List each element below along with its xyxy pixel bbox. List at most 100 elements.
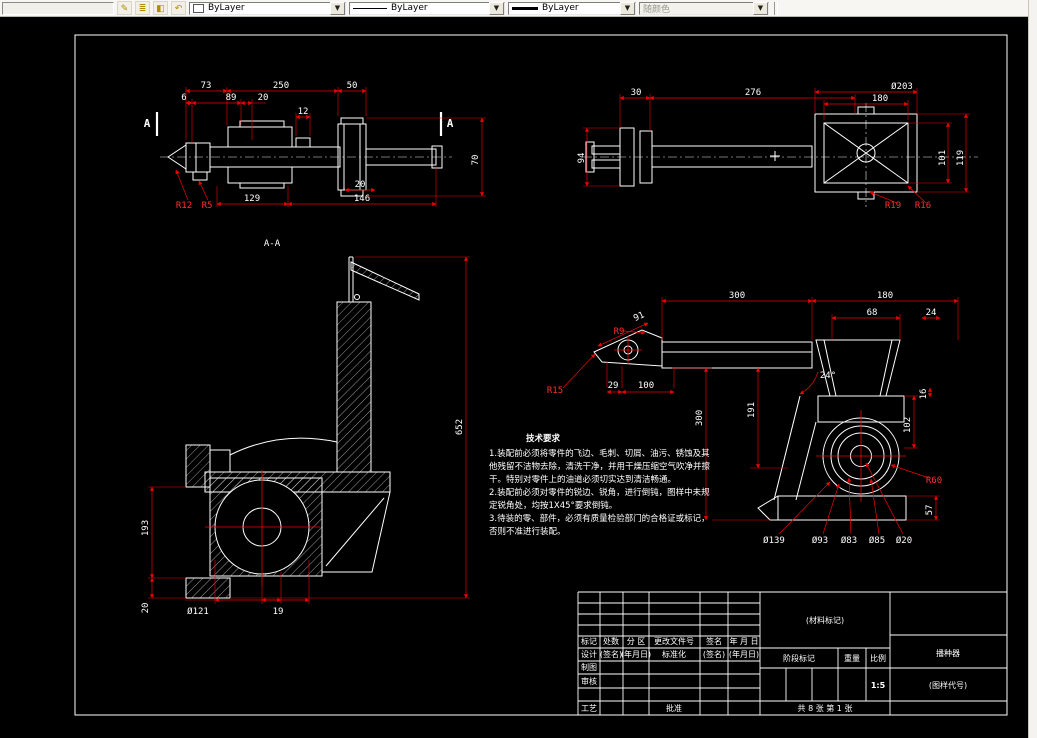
lineweight-sample-icon — [512, 6, 538, 10]
dim-r60: R60 — [926, 476, 942, 486]
tb-standardize-label: 标准化 — [662, 649, 686, 659]
dim-30: 30 — [631, 88, 642, 98]
layer-previous-icon: ↶ — [174, 3, 183, 13]
toolbar-separator — [774, 1, 778, 15]
tech-req-line: 3.待装的零、部件，必须有质量检验部门的合格证或标记， — [489, 513, 710, 524]
lineweight-control[interactable]: ByLayer ▼ — [508, 1, 636, 15]
dim-203: Ø203 — [891, 81, 913, 92]
dim-50: 50 — [347, 81, 358, 91]
tb-standardize-date: (年月日) — [729, 649, 759, 659]
dim-20-top: 20 — [258, 93, 269, 103]
cad-drawing-canvas[interactable]: A A 73 250 50 6 89 20 12 70 20 129 146 R… — [0, 0, 1037, 738]
dim-100: 100 — [638, 381, 654, 391]
dim-20-bottom: 20 — [355, 180, 366, 190]
dim-102: 102 — [903, 417, 913, 433]
dim-180: 180 — [872, 94, 888, 104]
dim-12: 12 — [298, 107, 309, 117]
object-properties-toolbar: ✎ ≣ ◧ ↶ ByLayer ▼ ByLayer ▼ ByLayer ▼ 随颜… — [0, 0, 1029, 17]
dim-r15: R15 — [547, 386, 563, 396]
tb-scale-value: 1:5 — [871, 681, 886, 690]
dim-94: 94 — [577, 153, 587, 164]
tech-req-title: 技术要求 — [526, 433, 561, 444]
chevron-down-icon[interactable]: ▼ — [620, 1, 635, 15]
dim-r12: R12 — [176, 201, 192, 211]
layer-previous-button[interactable]: ↶ — [171, 1, 186, 15]
tb-check-label: 审核 — [581, 676, 597, 686]
layers-button[interactable]: ≣ — [135, 1, 150, 15]
tb-design-date: (年月日) — [621, 649, 651, 659]
dim-73: 73 — [201, 81, 212, 91]
dim-dia20: Ø20 — [896, 535, 912, 546]
dim-20-section: 20 — [141, 603, 151, 614]
linetype-control[interactable]: ByLayer ▼ — [349, 1, 505, 15]
tb-rev-sign: 签名 — [706, 636, 722, 646]
tech-req-line: 2.装配前必须对零件的锐边、锐角，进行倒钝，图样中未规 — [489, 487, 710, 498]
dim-129: 129 — [244, 194, 260, 204]
model-space-background[interactable] — [0, 16, 1029, 738]
dim-dia85: Ø85 — [869, 535, 885, 546]
plotstyle-control: 随颜色 ▼ — [639, 1, 769, 15]
dim-r9: R9 — [614, 327, 625, 337]
tb-rev-mark: 标记 — [581, 636, 597, 646]
tb-rev-date: 年 月 日 — [729, 636, 758, 646]
tb-weight-label: 重量 — [844, 653, 860, 663]
dim-19: 19 — [273, 607, 284, 617]
tb-rev-count: 处数 — [603, 636, 619, 646]
chevron-down-icon[interactable]: ▼ — [330, 1, 345, 15]
color-swatch-icon — [193, 3, 204, 13]
make-layer-current-button[interactable]: ✎ — [117, 1, 132, 15]
section-aa-label: A-A — [264, 239, 281, 249]
section-mark-a-right: A — [447, 117, 454, 130]
tb-design-sign: (签名) — [600, 649, 622, 659]
tb-sheet-info: 共 8 张 第 1 张 — [798, 703, 853, 713]
tech-req-line: 他残留不洁物去除，清洗干净，并用干燥压缩空气吹净并擦 — [489, 461, 711, 472]
dim-dia93: Ø93 — [812, 535, 828, 546]
linetype-sample-icon — [353, 7, 387, 9]
tb-process-label: 工艺 — [581, 704, 597, 713]
dim-101: 101 — [938, 150, 948, 166]
dim-300-vertical: 300 — [695, 410, 705, 426]
dim-250: 250 — [273, 81, 289, 91]
dim-24: 24 — [926, 308, 937, 318]
dim-angle-24: 24° — [820, 371, 836, 381]
layer-states-icon: ◧ — [156, 3, 165, 13]
dim-r19: R19 — [885, 201, 901, 211]
tech-req-line: 定锐角处，均按1X45°要求倒钝。 — [489, 500, 617, 511]
chevron-down-icon: ▼ — [753, 1, 768, 15]
dim-r5: R5 — [202, 201, 213, 211]
dim-16: 16 — [919, 389, 929, 400]
linetype-value: ByLayer — [391, 3, 428, 13]
layers-icon: ≣ — [138, 3, 147, 13]
chevron-down-icon[interactable]: ▼ — [489, 1, 504, 15]
tb-drawing-code: (图样代号) — [929, 680, 967, 690]
dim-180-side: 180 — [877, 291, 893, 301]
tb-material-mark: (材料标记) — [806, 615, 844, 625]
section-mark-a-left: A — [144, 117, 151, 130]
tb-draw-label: 制图 — [581, 662, 597, 672]
tech-req-line: 否则不准进行装配。 — [489, 526, 566, 537]
tb-rev-docno: 更改文件号 — [654, 636, 694, 646]
tb-design-label: 设计 — [581, 649, 597, 659]
dim-191: 191 — [747, 402, 757, 418]
color-control[interactable]: ByLayer ▼ — [189, 1, 346, 15]
dim-29: 29 — [608, 381, 619, 391]
tech-req-line: 1.装配前必须将零件的飞边、毛刺、切屑、油污、锈蚀及其 — [489, 448, 710, 459]
dim-121: Ø121 — [187, 606, 209, 617]
dim-276: 276 — [745, 88, 761, 98]
dim-119: 119 — [956, 150, 966, 166]
tech-req-line: 干。特别对零件上的油道必须切实达到清洁畅通。 — [489, 474, 676, 485]
dim-r16: R16 — [915, 201, 931, 211]
dim-146: 146 — [354, 194, 370, 204]
dim-6: 6 — [181, 93, 186, 103]
dim-300-top: 300 — [729, 291, 745, 301]
plotstyle-value: 随颜色 — [643, 4, 671, 15]
scrollbar[interactable] — [1028, 0, 1037, 738]
dim-57: 57 — [925, 505, 935, 516]
tb-part-name: 播种器 — [936, 648, 960, 658]
dim-89: 89 — [226, 93, 237, 103]
tb-scale-label: 比例 — [870, 653, 886, 663]
tb-standardize-sign: (签名) — [703, 649, 725, 659]
dim-68: 68 — [867, 308, 878, 318]
layer-states-button[interactable]: ◧ — [153, 1, 168, 15]
toolbar-dock-area — [2, 1, 114, 15]
